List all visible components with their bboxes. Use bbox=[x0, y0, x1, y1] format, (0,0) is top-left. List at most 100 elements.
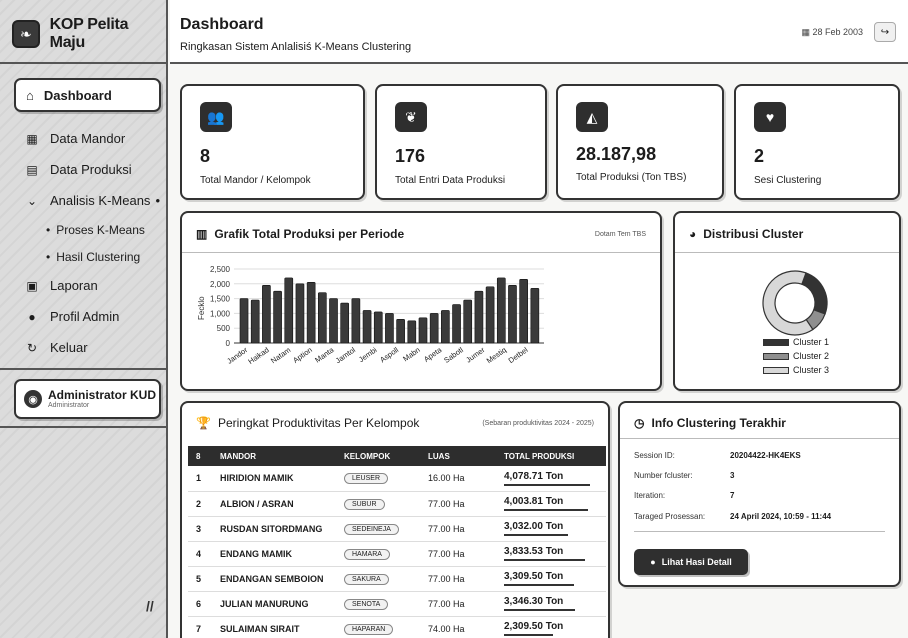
cell-kelompok: HAMARA bbox=[336, 541, 420, 567]
total-value: 4,003.81 Ton bbox=[504, 496, 564, 507]
production-chart: 2,500 2,000 1,500 1,000 500 0 Fecklo JandorHaik… bbox=[197, 265, 544, 366]
users-icon: 👥 bbox=[200, 102, 232, 132]
bar bbox=[385, 313, 394, 344]
bar bbox=[452, 304, 461, 344]
logout-button[interactable]: ↪ bbox=[874, 22, 896, 42]
cell-total: 3,032.00 Ton bbox=[496, 516, 606, 542]
x-tick-label: Detbel bbox=[507, 345, 530, 365]
x-tick-label: Aspoll bbox=[378, 345, 400, 364]
total-value: 3,032.00 Ton bbox=[504, 521, 564, 532]
stat-label: Sesi Clustering bbox=[754, 175, 822, 186]
avatar-icon: ◉ bbox=[24, 390, 42, 408]
brand[interactable]: ❧ KOP Pelita Maju bbox=[12, 10, 166, 58]
legend-item: Cluster 3 bbox=[763, 363, 829, 377]
sidebar-item-data-produksi[interactable]: ▤ Data Produksi bbox=[24, 162, 131, 177]
sidebar-item-label: Keluar bbox=[50, 340, 88, 355]
total-value: 4,078.71 Ton bbox=[504, 470, 564, 482]
cell-no: 2 bbox=[188, 491, 212, 517]
col-header-total[interactable]: TOTAL PRODUKSI bbox=[496, 446, 606, 466]
sidebar-item-profil-admin[interactable]: ● Profil Admin bbox=[24, 309, 119, 324]
stat-value: 8 bbox=[200, 146, 211, 166]
x-tick-label: Manta bbox=[313, 345, 336, 365]
bell-icon: ◭ bbox=[576, 102, 608, 132]
y-tick-label: 0 bbox=[226, 339, 231, 348]
sidebar-item-label: Data Mandor bbox=[50, 131, 126, 146]
divider bbox=[0, 62, 166, 64]
bar bbox=[530, 287, 540, 344]
legend-label: Cluster 3 bbox=[793, 365, 830, 375]
info-clustering-card: ◷ Info Clustering Terakhir Session ID: 20… bbox=[618, 401, 901, 587]
home-icon: ⌂ bbox=[26, 87, 34, 103]
stat-value: 2 bbox=[754, 146, 765, 166]
sidebar-subitem-proses-kmeans[interactable]: Proses K-Means bbox=[46, 223, 145, 237]
productivity-bar bbox=[504, 559, 585, 561]
trophy-icon: 🏆 bbox=[196, 416, 211, 430]
divider bbox=[0, 368, 166, 370]
cell-total: 3,833.53 Ton bbox=[496, 541, 606, 567]
kelompok-badge: HAPARAN bbox=[344, 623, 394, 635]
stat-card-sesi-clustering: ♥ 2 Sesi Clustering bbox=[734, 84, 900, 200]
view-detail-button[interactable]: ● Lihat Hasi Detall bbox=[634, 549, 748, 575]
x-tick-label: Jamtol bbox=[334, 345, 358, 365]
y-tick-label: 2,500 bbox=[210, 265, 231, 274]
col-header-no[interactable]: 8 bbox=[188, 446, 212, 466]
x-tick-label: Jembi bbox=[357, 345, 379, 364]
cell-luas: 77.00 Ha bbox=[420, 566, 496, 592]
col-header-luas[interactable]: LUAS bbox=[420, 446, 496, 466]
donut-slice bbox=[801, 272, 828, 315]
y-axis-label: Fecklo bbox=[197, 296, 206, 320]
sidebar-item-keluar[interactable]: ↻ Keluar bbox=[24, 340, 88, 355]
table-row[interactable]: 4 ENDANG MAMIK HAMARA 77.00 Ha 3,833.53 Ton bbox=[188, 541, 606, 567]
logout-icon: ↪ bbox=[880, 26, 890, 38]
legend-label: Cluster 1 bbox=[793, 337, 830, 347]
page-subtitle: Ringkasan Sistem Anlalisiś K-Means Clust… bbox=[180, 41, 412, 53]
col-header-kelompok[interactable]: KELOMPOK bbox=[336, 446, 420, 466]
stat-card-mandor: 👥 8 Total Mandor / Kelompok bbox=[180, 84, 365, 200]
ranking-title-text: Peringkat Produktivitas Per Kelompok bbox=[217, 416, 420, 430]
calendar-icon: ▦ bbox=[801, 27, 813, 37]
info-title-text: Info Clustering Terakhir bbox=[651, 416, 786, 430]
col-header-mandor[interactable]: MANDOR bbox=[212, 446, 336, 466]
total-value: 3,346.30 Ton bbox=[504, 596, 564, 607]
sidebar-item-data-mandor[interactable]: ▦ Data Mandor bbox=[24, 131, 125, 146]
productivity-bar bbox=[504, 609, 575, 611]
kelompok-badge: LEUSER bbox=[344, 473, 389, 485]
sidebar-subitem-hasil-clustering[interactable]: Hasil Clustering bbox=[46, 250, 140, 264]
sidebar-item-analisis-kmeans[interactable]: ⌄ Analisis K-Means • bbox=[24, 193, 160, 208]
y-tick-label: 2,000 bbox=[210, 280, 231, 289]
bar bbox=[407, 320, 417, 344]
sidebar-item-label: Profil Admin bbox=[50, 309, 120, 324]
x-tick-label: Aption bbox=[291, 345, 314, 365]
table-row[interactable]: 1 HIRIDION MAMIK LEUSER 16.00 Ha 4,078.71 To… bbox=[188, 466, 606, 492]
cell-mandor: SULAIMAN SIRAIT bbox=[212, 616, 336, 638]
table-row[interactable]: 7 SULAIMAN SIRAIT HAPARAN 74.00 Ha 2,309.50 … bbox=[188, 616, 606, 638]
admin-profile-card[interactable]: ◉ Administrator KUD Administrator bbox=[14, 379, 161, 419]
bar bbox=[284, 277, 294, 344]
chart-title: ▥ Grafik Total Produksi per Periode bbox=[196, 227, 404, 241]
y-tick-label: 500 bbox=[217, 324, 231, 333]
cell-kelompok: SENOTA bbox=[336, 591, 420, 617]
stat-value: 28.187,98 bbox=[576, 144, 657, 164]
cell-total: 3,346.30 Ton bbox=[496, 591, 606, 617]
info-key: Iteration: bbox=[634, 491, 666, 500]
leaf-logo-icon: ❧ bbox=[12, 20, 40, 48]
cell-kelompok: LEUSER bbox=[336, 466, 420, 492]
info-value: 3 bbox=[730, 471, 735, 480]
x-tick-label: Mestiq bbox=[485, 345, 508, 365]
x-tick-label: Mabn bbox=[401, 345, 422, 363]
eye-icon: ● bbox=[650, 557, 656, 567]
divider bbox=[675, 252, 899, 253]
info-value: 7 bbox=[730, 491, 735, 500]
divider bbox=[620, 438, 899, 439]
table-row[interactable]: 3 RUSDAN SITORDMANG SEDEINEJA 77.00 Ha 3,032… bbox=[188, 516, 606, 542]
bar bbox=[239, 298, 249, 344]
sidebar-item-laporan[interactable]: ▣ Laporan bbox=[24, 278, 97, 293]
table-row[interactable]: 5 ENDANGAN SEMBOION SAKURA 77.00 Ha 3,309.50… bbox=[188, 566, 606, 592]
table-row[interactable]: 2 ALBION / ASRAN SUBUR 77.00 Ha 4,003.81 Ton bbox=[188, 491, 606, 517]
chart-title-text: Distribusi Cluster bbox=[703, 227, 804, 241]
production-chart-card: ▥ Grafik Total Produksi per Periode Dota… bbox=[180, 211, 662, 391]
kelompok-badge: HAMARA bbox=[344, 548, 390, 560]
sidebar-item-dashboard[interactable]: ⌂ Dashboard bbox=[14, 78, 161, 112]
table-row[interactable]: 6 JULIAN MANURUNG SENOTA 77.00 Ha 3,346.30 T… bbox=[188, 591, 606, 617]
bar bbox=[340, 302, 350, 344]
